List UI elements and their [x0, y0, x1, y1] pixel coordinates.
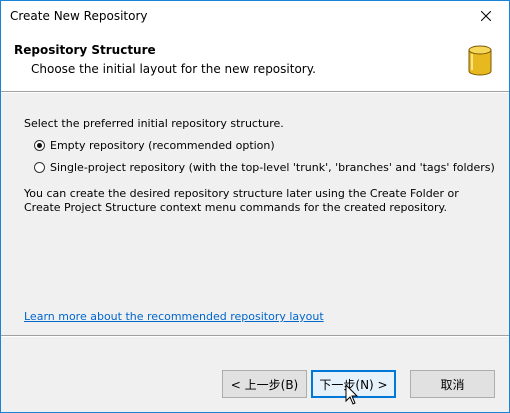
page-title: Repository Structure — [14, 43, 156, 57]
empty-repository-label: Empty repository (recommended option) — [50, 139, 275, 152]
next-button[interactable]: 下一步(N) > — [311, 370, 396, 398]
footer-divider — [1, 335, 509, 337]
title-bar: Create New Repository — [1, 1, 509, 31]
close-icon — [481, 11, 491, 21]
window-title: Create New Repository — [10, 9, 148, 23]
page-subtitle: Choose the initial layout for the new re… — [31, 62, 316, 76]
wizard-header: Repository Structure Choose the initial … — [1, 31, 509, 91]
database-icon — [468, 45, 492, 76]
single-project-option[interactable]: Single-project repository (with the top-… — [34, 161, 495, 174]
structure-description: You can create the desired repository st… — [24, 187, 459, 214]
learn-more-link[interactable]: Learn more about the recommended reposit… — [24, 310, 324, 323]
close-button[interactable] — [463, 1, 509, 31]
radio-button[interactable] — [34, 162, 45, 173]
cancel-button[interactable]: 取消 — [410, 370, 495, 398]
content-area: Select the preferred initial repository … — [1, 93, 509, 333]
single-project-label: Single-project repository (with the top-… — [50, 161, 495, 174]
structure-prompt: Select the preferred initial repository … — [24, 117, 284, 130]
create-repository-dialog: Create New Repository Repository Structu… — [0, 0, 510, 413]
empty-repository-option[interactable]: Empty repository (recommended option) — [34, 139, 275, 152]
back-button[interactable]: < 上一步(B) — [222, 370, 307, 398]
radio-button-selected[interactable] — [34, 140, 45, 151]
